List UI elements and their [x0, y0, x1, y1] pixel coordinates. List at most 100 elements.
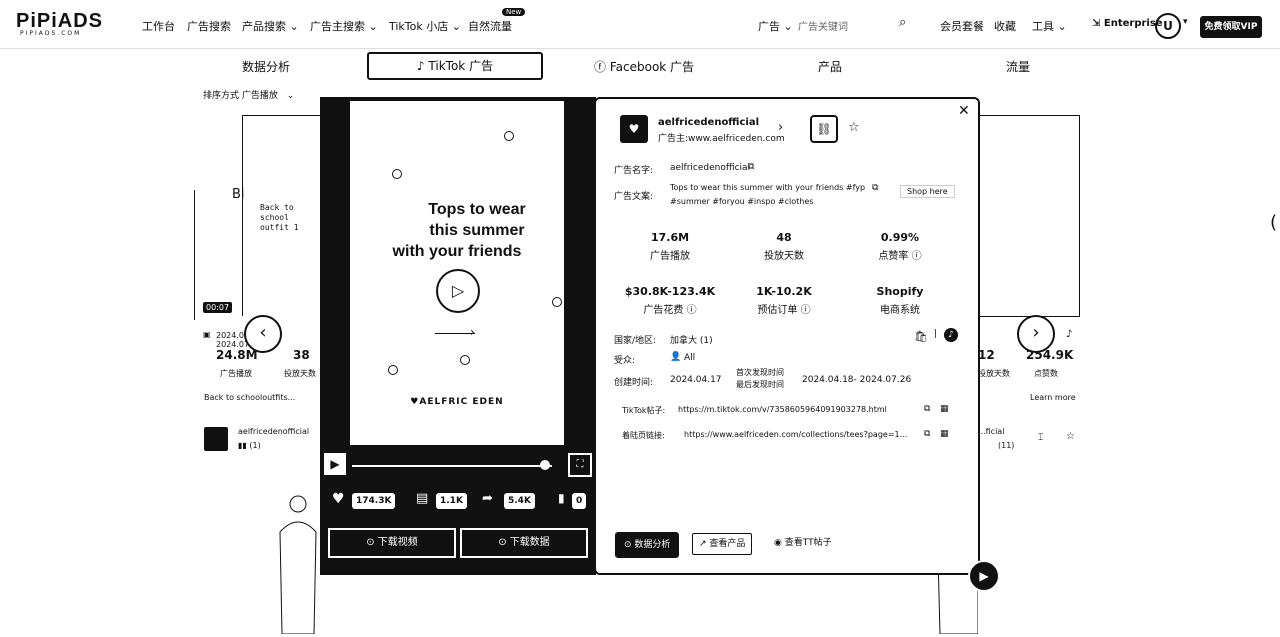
qr-code-icon[interactable]: ▦ [940, 404, 949, 414]
nav-product-search-label: 产品搜索 [242, 20, 286, 33]
chevron-right-icon[interactable]: › [778, 120, 783, 135]
search-icon[interactable]: ⌕ [899, 15, 906, 30]
search-scope-select[interactable]: 广告 ⌄ [758, 18, 793, 34]
search-input[interactable]: 广告关键词 [798, 18, 848, 33]
region-label: 国家/地区: [614, 336, 657, 346]
play-icon[interactable]: ▷ [436, 269, 480, 313]
plan-indicator[interactable]: ⇲ Enterprise [1092, 18, 1163, 29]
plan-label: Enterprise [1103, 18, 1163, 29]
video-player[interactable]: Tops to wear this summer with your frien… [350, 101, 564, 445]
qr-code-icon[interactable]: ▦ [940, 429, 949, 439]
play-button[interactable]: ▶ [324, 453, 346, 475]
tab-products[interactable]: 产品 [818, 58, 842, 75]
decorative-dot [460, 355, 470, 365]
download-data-button[interactable]: ⊙ 下载数据 [459, 527, 589, 559]
pipiads-logo[interactable]: PiPiADS PIPIADS.COM [16, 10, 103, 37]
advertiser-name[interactable]: aelfricedenofficial [238, 427, 314, 436]
shop-here-button[interactable]: Shop here [900, 185, 955, 198]
data-analysis-button[interactable]: ⊙ 数据分析 [614, 532, 680, 558]
arrow-line [435, 333, 475, 334]
previous-arrow-button[interactable]: ‹ [244, 315, 282, 353]
stat-ad-views-label: 广告播放 [650, 251, 690, 262]
chevron-down-icon: ⌄ [451, 20, 461, 33]
progress-handle[interactable] [540, 460, 550, 470]
tiktok-icon[interactable]: ♪ [944, 328, 958, 342]
download-video-button[interactable]: ⊙ 下载视频 [327, 527, 457, 559]
region-value: 加拿大 (1) [670, 336, 713, 346]
view-tt-post-button[interactable]: ◉ 查看TT帖子 [768, 533, 838, 553]
stat-like-rate-label: 点赞率 ⓘ [878, 251, 922, 262]
avatar[interactable]: U [1155, 13, 1181, 39]
star-icon[interactable]: ☆ [848, 120, 860, 135]
tab-data-analysis[interactable]: 数据分析 [242, 58, 290, 75]
vip-cta-button[interactable]: 免费领取VIP [1200, 16, 1262, 38]
sort-control[interactable]: 排序方式 广告播放 ⌄ [203, 88, 294, 101]
nav-organic-traffic[interactable]: 自然流量 [468, 18, 512, 34]
tiktok-icon: ◉ [774, 538, 782, 548]
ad-card-right[interactable]: 12 投放天数 254.9K 点赞数 Learn more ...ficial … [978, 115, 1088, 634]
tiktok-post-label: TikTok帖子: [622, 406, 666, 415]
bookmark-icon: ▮ [558, 491, 565, 505]
nav-tools[interactable]: 工具 ⌄ [1032, 18, 1067, 34]
advertiser-site[interactable]: 广告主:www.aelfriceden.com [658, 131, 785, 144]
advertiser-name[interactable]: ...ficial [978, 427, 1004, 436]
advertiser-name[interactable]: aelfricedenofficial [658, 117, 759, 128]
comments-count: 1.1K [436, 493, 467, 509]
views-value: 24.8M [216, 348, 258, 362]
landing-page-url[interactable]: https://www.aelfriceden.com/collections/… [684, 430, 910, 439]
nav-tiktok-shop-label: TikTok 小店 [389, 20, 449, 33]
close-icon[interactable]: ✕ [958, 103, 970, 119]
tiktok-icon: ♪ [1066, 329, 1073, 340]
advertiser-flag-count: (1) [249, 441, 261, 450]
search-scope-label: 广告 [758, 20, 780, 33]
tab-traffic[interactable]: 流量 [1006, 58, 1030, 75]
tab-facebook-ads[interactable]: ⓕ Facebook 广告 [594, 58, 694, 75]
created-label: 创建时间: [614, 378, 654, 388]
progress-track[interactable] [352, 465, 552, 467]
nav-ad-search[interactable]: 广告搜索 [187, 18, 231, 34]
tiktok-icon: ♪ [416, 59, 425, 73]
decorative-dot [552, 297, 562, 307]
avatar-dropdown-icon[interactable]: ▾ [1183, 17, 1188, 27]
ad-thumbnail[interactable] [978, 115, 1080, 317]
download-icon: ⊙ [366, 537, 375, 548]
fullscreen-icon[interactable]: ⛶ [568, 453, 592, 477]
tiktok-post-url[interactable]: https://m.tiktok.com/v/73586059640919032… [678, 405, 887, 414]
canada-flag-icon: ▮▮ [238, 441, 247, 450]
nav-workbench[interactable]: 工作台 [142, 18, 175, 34]
nav-advertiser-search[interactable]: 广告主搜索 ⌄ [310, 18, 378, 34]
link-icon[interactable]: ⛓ [810, 115, 838, 143]
copy-icon[interactable]: ⧉ [924, 404, 930, 414]
stat-ad-views-value: 17.6M [650, 231, 690, 244]
chevron-right-icon: › [1032, 322, 1040, 343]
nav-favorites[interactable]: 收藏 [994, 18, 1016, 34]
floating-play-button[interactable]: ▶ [968, 560, 1000, 592]
shop-icon[interactable]: 🛍 [914, 330, 928, 343]
copy-icon[interactable]: ⧉ [872, 183, 878, 193]
copy-icon[interactable]: ⧉ [924, 429, 930, 439]
overlay-line-1: Tops to wear [428, 201, 526, 218]
play-icon: ▶ [330, 457, 340, 471]
view-product-button[interactable]: ↗ 查看产品 [692, 533, 753, 555]
view-tt-post-label: 查看TT帖子 [784, 538, 832, 548]
video-overlay-text: Tops to wear this summer with your frien… [350, 199, 564, 262]
days-value: 12 [978, 348, 995, 362]
nav-membership[interactable]: 会员套餐 [940, 18, 984, 34]
tab-tiktok-ads[interactable]: ♪ TikTok 广告 [367, 52, 543, 80]
likes-count: 174.3K [352, 493, 396, 509]
person-sketch [279, 495, 317, 635]
copy-icon[interactable]: ⧉ [748, 162, 754, 172]
star-icon[interactable]: ☆ [1066, 431, 1075, 442]
view-product-label: 查看产品 [709, 539, 746, 549]
side-handle-icon[interactable]: ( [1270, 212, 1277, 233]
nav-tiktok-shop[interactable]: TikTok 小店 ⌄ [389, 18, 461, 34]
nav-advertiser-search-label: 广告主搜索 [310, 20, 365, 33]
data-analysis-label: 数据分析 [634, 540, 671, 550]
chart-icon[interactable]: ⌶ [1038, 433, 1043, 443]
chevron-down-icon: ⌄ [289, 20, 299, 33]
nav-product-search[interactable]: 产品搜索 ⌄ [242, 18, 299, 34]
next-arrow-button[interactable]: › [1017, 315, 1055, 353]
learn-more-link[interactable]: Learn more [1030, 393, 1076, 402]
play-icon: ▶ [979, 569, 989, 583]
calendar-icon: ▣ [203, 330, 211, 339]
